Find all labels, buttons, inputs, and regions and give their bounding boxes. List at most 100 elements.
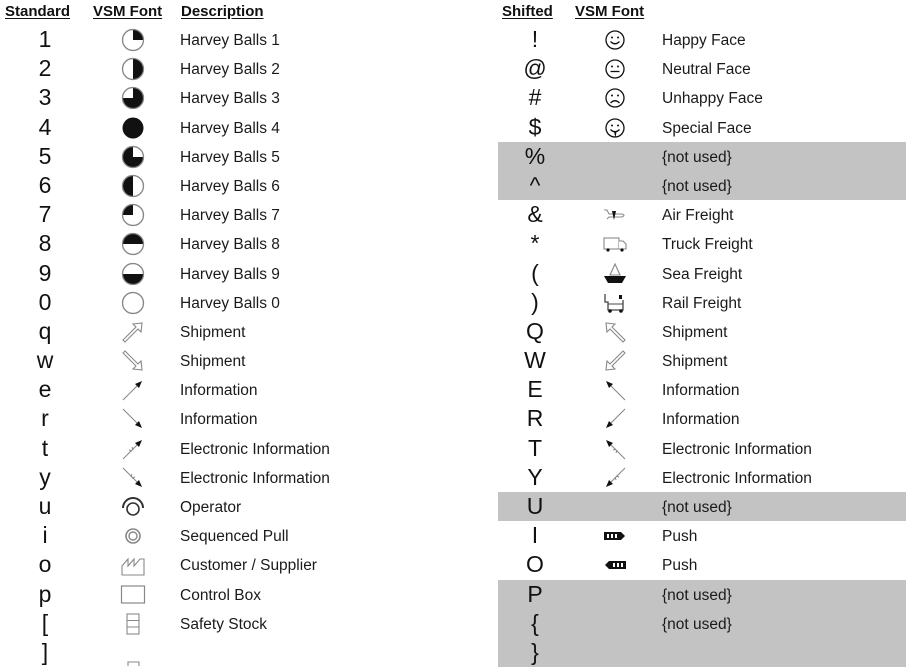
shifted-row: E Information <box>498 375 906 404</box>
shifted-row: ) Rail Freight <box>498 288 906 317</box>
header-shifted: Shifted <box>502 3 553 20</box>
harvey-ball-inverse-25-icon <box>120 144 146 170</box>
key-character: } <box>531 638 539 665</box>
standard-row: y Electronic Information <box>0 463 360 492</box>
key-character: e <box>38 376 52 403</box>
harvey-ball-50-icon <box>120 56 146 82</box>
shifted-row: & Air Freight <box>498 200 906 229</box>
symbol-description: Harvey Balls 2 <box>180 61 280 79</box>
key-character: [ <box>41 609 49 636</box>
symbol-description: Shipment <box>662 323 728 341</box>
shifted-row: Y Electronic Information <box>498 463 906 492</box>
key-character: q <box>38 317 52 344</box>
key-character: u <box>38 493 52 519</box>
key-character: 3 <box>38 84 52 111</box>
standard-key-table: 1 Harvey Balls 1 2 Harvey Balls 2 3 Harvey Ba… <box>0 25 360 667</box>
symbol-description: {not used} <box>662 615 732 633</box>
symbol-description: Harvey Balls 7 <box>180 207 280 225</box>
partial-icon <box>120 640 146 666</box>
symbol-description: Harvey Balls 4 <box>180 119 280 137</box>
shipment-arrow-down-right-icon <box>120 348 146 374</box>
information-arrow-up-right-icon <box>120 377 146 403</box>
standard-row: ] <box>0 638 360 667</box>
symbol-description: Information <box>180 382 258 400</box>
symbol-description: Electronic Information <box>662 469 812 487</box>
standard-row: 9 Harvey Balls 9 <box>0 259 360 288</box>
standard-row: o Customer / Supplier <box>0 550 360 579</box>
symbol-description: Information <box>180 411 258 429</box>
shifted-row: @ Neutral Face <box>498 54 906 83</box>
standard-row: p Control Box <box>0 580 360 609</box>
key-character: & <box>527 201 543 228</box>
standard-row: u Operator <box>0 492 360 521</box>
key-character: ) <box>531 288 539 315</box>
shifted-row: (Sea Freight <box>498 259 906 288</box>
standard-row: 0 Harvey Balls 0 <box>0 288 360 317</box>
shifted-row-not-used: ^ {not used} <box>498 170 906 201</box>
harvey-ball-left-half-icon <box>120 173 146 199</box>
symbol-description: Neutral Face <box>662 61 751 79</box>
key-character: R <box>526 405 544 432</box>
shipment-arrow-up-right-icon <box>120 319 146 345</box>
air-freight-icon <box>602 202 628 228</box>
key-character: ! <box>531 26 539 52</box>
factory-icon <box>120 552 146 578</box>
key-character: * <box>530 230 540 257</box>
key-character: 0 <box>38 288 52 315</box>
standard-row: 2 Harvey Balls 2 <box>0 54 360 83</box>
information-arrow-down-right-icon <box>120 406 146 432</box>
key-character: 5 <box>38 142 52 169</box>
key-character: i <box>42 522 48 549</box>
shifted-row: W Shipment <box>498 346 906 375</box>
push-arrow-left-icon <box>602 552 628 578</box>
key-character: Y <box>527 463 543 490</box>
information-arrow-up-left-icon <box>602 377 628 403</box>
shifted-row: # Unhappy Face <box>498 83 906 112</box>
key-character: 4 <box>38 113 52 140</box>
safety-stock-icon <box>120 611 146 637</box>
sea-freight-icon <box>602 261 628 287</box>
shifted-row: ! Happy Face <box>498 25 906 54</box>
shifted-row-not-used: U {not used} <box>498 492 906 522</box>
key-character: T <box>527 434 543 461</box>
symbol-description: Harvey Balls 6 <box>180 177 280 195</box>
electronic-info-arrow-down-left-icon <box>602 465 628 491</box>
shifted-row: I Push <box>498 521 906 550</box>
symbol-description: {not used} <box>662 148 732 166</box>
key-character: p <box>38 580 52 607</box>
symbol-description: Air Freight <box>662 207 734 225</box>
harvey-ball-empty-icon <box>120 290 146 316</box>
electronic-info-arrow-up-left-icon <box>602 436 628 462</box>
key-character: ] <box>41 638 49 665</box>
key-character: 2 <box>38 55 52 82</box>
header-standard: Standard <box>5 3 71 20</box>
shifted-row: $ Special Face <box>498 113 906 142</box>
key-character: ( <box>531 259 539 286</box>
shifted-row: * Truck Freight <box>498 229 906 258</box>
standard-row: 4 Harvey Balls 4 <box>0 113 360 142</box>
key-character: U <box>526 493 544 519</box>
key-character: ^ <box>529 171 541 198</box>
shifted-row: R Information <box>498 404 906 433</box>
standard-row: [Safety Stock <box>0 609 360 638</box>
harvey-ball-100-icon <box>120 115 146 141</box>
symbol-description: {not used} <box>662 586 732 604</box>
key-character: P <box>527 580 543 607</box>
standard-row: t Electronic Information <box>0 434 360 463</box>
electronic-info-arrow-up-right-icon <box>120 436 146 462</box>
symbol-description: Push <box>662 557 698 575</box>
symbol-description: Truck Freight <box>662 236 753 254</box>
shifted-key-table: ! Happy Face @ Neutral Face # Unhappy Face $ Sp… <box>498 25 906 667</box>
key-character: 1 <box>38 26 52 52</box>
symbol-description: Special Face <box>662 119 752 137</box>
key-character: Q <box>526 317 544 344</box>
symbol-description: {not used} <box>662 177 732 195</box>
key-character: E <box>527 376 543 403</box>
standard-row: 3 Harvey Balls 3 <box>0 83 360 112</box>
truck-freight-icon <box>602 231 628 257</box>
shifted-row-not-used: {{not used} <box>498 608 906 638</box>
header-vsm-font: VSM Font <box>93 3 163 20</box>
symbol-description: Shipment <box>180 323 246 341</box>
symbol-description: Rail Freight <box>662 294 742 312</box>
electronic-info-arrow-down-right-icon <box>120 465 146 491</box>
